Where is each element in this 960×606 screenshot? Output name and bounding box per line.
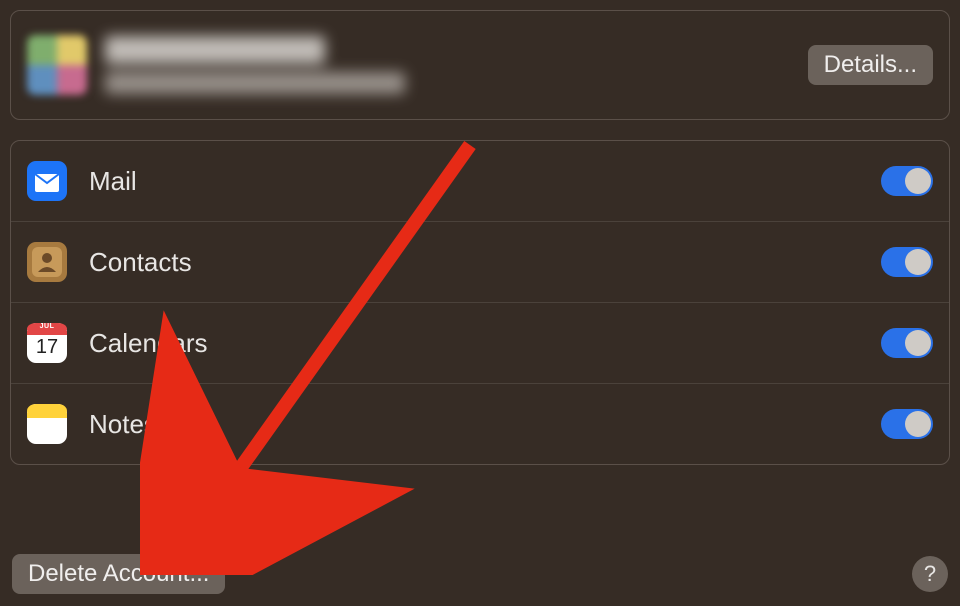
service-label-notes: Notes (89, 409, 881, 440)
help-button[interactable]: ? (912, 556, 948, 592)
service-label-contacts: Contacts (89, 247, 881, 278)
details-button[interactable]: Details... (808, 45, 933, 85)
toggle-calendars[interactable] (881, 328, 933, 358)
calendar-icon: JUL 17 (27, 323, 67, 363)
toggle-contacts[interactable] (881, 247, 933, 277)
service-row-mail: Mail (11, 141, 949, 222)
mail-icon (27, 161, 67, 201)
footer: Delete Account... ? (12, 554, 948, 594)
service-row-contacts: Contacts (11, 222, 949, 303)
account-card: Details... (10, 10, 950, 120)
account-avatar (27, 35, 87, 95)
contacts-icon (27, 242, 67, 282)
account-name-block (105, 36, 405, 94)
account-row: Details... (11, 11, 949, 119)
services-card: Mail Contacts JUL 17 Calendars (10, 140, 950, 465)
delete-account-button[interactable]: Delete Account... (12, 554, 225, 594)
service-row-calendars: JUL 17 Calendars (11, 303, 949, 384)
toggle-mail[interactable] (881, 166, 933, 196)
service-label-calendars: Calendars (89, 328, 881, 359)
service-label-mail: Mail (89, 166, 881, 197)
calendar-icon-month: JUL (27, 323, 67, 330)
calendar-icon-day: 17 (27, 336, 67, 359)
service-row-notes: Notes (11, 384, 949, 464)
notes-icon (27, 404, 67, 444)
toggle-notes[interactable] (881, 409, 933, 439)
